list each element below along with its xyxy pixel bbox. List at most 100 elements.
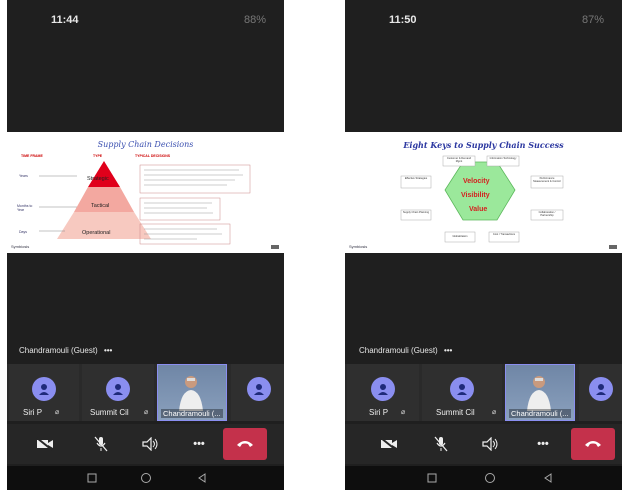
mute-button[interactable] [85, 428, 117, 460]
avatar [106, 377, 130, 401]
key-box: Globalization [452, 235, 468, 238]
speaker-icon [482, 437, 498, 451]
phone-screen-right: 11:50 87% Eight Keys to Supply Chain Suc… [345, 0, 622, 490]
slide-footer-mark [609, 245, 617, 249]
participant-name: Summit Cil [90, 408, 129, 417]
participant-tile[interactable]: Siri P ⌀ [9, 364, 79, 421]
slide-footer-mark [271, 245, 279, 249]
participant-name: Chandramouli (... [509, 409, 571, 418]
participant-tile[interactable] [579, 364, 622, 421]
presenter-more-button[interactable]: ••• [444, 346, 452, 355]
nav-recents-button[interactable] [85, 471, 99, 485]
avatar [589, 377, 613, 401]
call-toolbar: ••• [7, 424, 284, 464]
participant-tile[interactable]: Summit Cil ⌀ [82, 364, 154, 421]
presenter-more-button[interactable]: ••• [104, 346, 112, 355]
status-time: 11:44 [51, 14, 79, 26]
participant-strip: Siri P ⌀ Summit Cil ⌀ Chandramouli (... [7, 364, 284, 421]
phone-hangup-icon [585, 441, 601, 447]
camera-toggle-button[interactable] [29, 428, 61, 460]
circle-icon [141, 473, 151, 483]
presenter-name: Chandramouli (Guest) [19, 346, 98, 355]
tier-tactical: Tactical [91, 203, 110, 209]
person-icon [378, 384, 388, 395]
mic-off-icon: ⌀ [492, 409, 497, 416]
phone-screen-left: 11:44 88% Supply Chain Decisions TIME FR… [7, 0, 284, 490]
camera-off-icon [380, 437, 397, 451]
video-person [179, 376, 203, 411]
circle-icon [485, 473, 495, 483]
call-toolbar: ••• [345, 424, 622, 464]
shared-slide: Eight Keys to Supply Chain Success Veloc… [345, 132, 622, 253]
participant-video-tile[interactable]: Chandramouli (... [505, 364, 575, 421]
participant-strip: Siri P ⌀ Summit Cil ⌀ Chandramouli (... [345, 364, 622, 421]
nav-back-button[interactable] [541, 471, 555, 485]
android-nav-bar [345, 466, 622, 490]
avatar [247, 377, 271, 401]
tier-operational: Operational [82, 230, 111, 236]
person-icon [457, 384, 467, 395]
phone-hangup-icon [237, 441, 253, 447]
status-bar: 11:50 87% [345, 0, 622, 38]
participant-tile[interactable]: Siri P ⌀ [347, 364, 419, 421]
video-person [527, 376, 551, 411]
nav-back-button[interactable] [195, 471, 209, 485]
key-box: Customer & Demand Mgmt [446, 157, 472, 163]
key-box: Information Technology [489, 157, 517, 160]
mic-off-icon [434, 436, 448, 452]
mic-off-icon: ⌀ [144, 409, 149, 416]
person-icon [113, 384, 123, 395]
slide-logo: Symbiosis [349, 244, 368, 249]
square-icon [427, 473, 437, 483]
key-box: Cost / Transactions [492, 233, 516, 236]
triangle-back-icon [198, 473, 206, 483]
speaker-icon [142, 437, 158, 451]
person-icon [254, 384, 264, 395]
presenter-caption: Chandramouli (Guest) ••• [19, 346, 112, 355]
tier-strategic: Strategic [87, 176, 109, 182]
avatar [32, 377, 56, 401]
more-icon: ••• [537, 438, 549, 450]
participant-name: Chandramouli (... [161, 409, 223, 418]
center-velocity: Velocity [463, 178, 490, 185]
camera-toggle-button[interactable] [373, 428, 405, 460]
android-nav-bar [7, 466, 284, 490]
more-icon: ••• [193, 438, 205, 450]
participant-name: Siri P [23, 408, 43, 417]
speaker-button[interactable] [135, 428, 167, 460]
mic-off-icon [94, 436, 108, 452]
nav-home-button[interactable] [483, 471, 497, 485]
decision-pyramid [39, 161, 251, 245]
mute-button[interactable] [425, 428, 457, 460]
person-icon [39, 384, 49, 395]
square-icon [87, 473, 97, 483]
person-icon [596, 384, 606, 395]
nav-recents-button[interactable] [425, 471, 439, 485]
key-box: Effective Strategies [404, 177, 428, 180]
hang-up-button[interactable] [223, 428, 267, 460]
presenter-caption: Chandramouli (Guest) ••• [359, 346, 452, 355]
center-visibility: Visibility [461, 192, 490, 199]
key-box: Performance Measurement & Control [533, 177, 561, 183]
participant-tile[interactable] [231, 364, 284, 421]
key-box: Collaboration / Partnership [538, 211, 556, 217]
nav-home-button[interactable] [139, 471, 153, 485]
slide-logo: Symbiosis [11, 244, 30, 249]
battery-level: 88% [243, 14, 266, 26]
status-bar: 11:44 88% [7, 0, 284, 38]
avatar [450, 377, 474, 401]
participant-video-tile[interactable]: Chandramouli (... [157, 364, 227, 421]
more-options-button[interactable]: ••• [183, 428, 215, 460]
status-time: 11:50 [389, 14, 417, 26]
more-options-button[interactable]: ••• [527, 428, 559, 460]
speaker-button[interactable] [475, 428, 507, 460]
presenter-name: Chandramouli (Guest) [359, 346, 438, 355]
center-value: Value [469, 206, 488, 213]
participant-name: Siri P [369, 408, 389, 417]
participant-tile[interactable]: Summit Cil ⌀ [422, 364, 502, 421]
hang-up-button[interactable] [571, 428, 615, 460]
battery-level: 87% [581, 14, 604, 26]
shared-slide: Supply Chain Decisions TIME FRAME TYPE T… [7, 132, 284, 253]
camera-off-icon [36, 437, 53, 451]
participant-name: Summit Cil [436, 408, 475, 417]
